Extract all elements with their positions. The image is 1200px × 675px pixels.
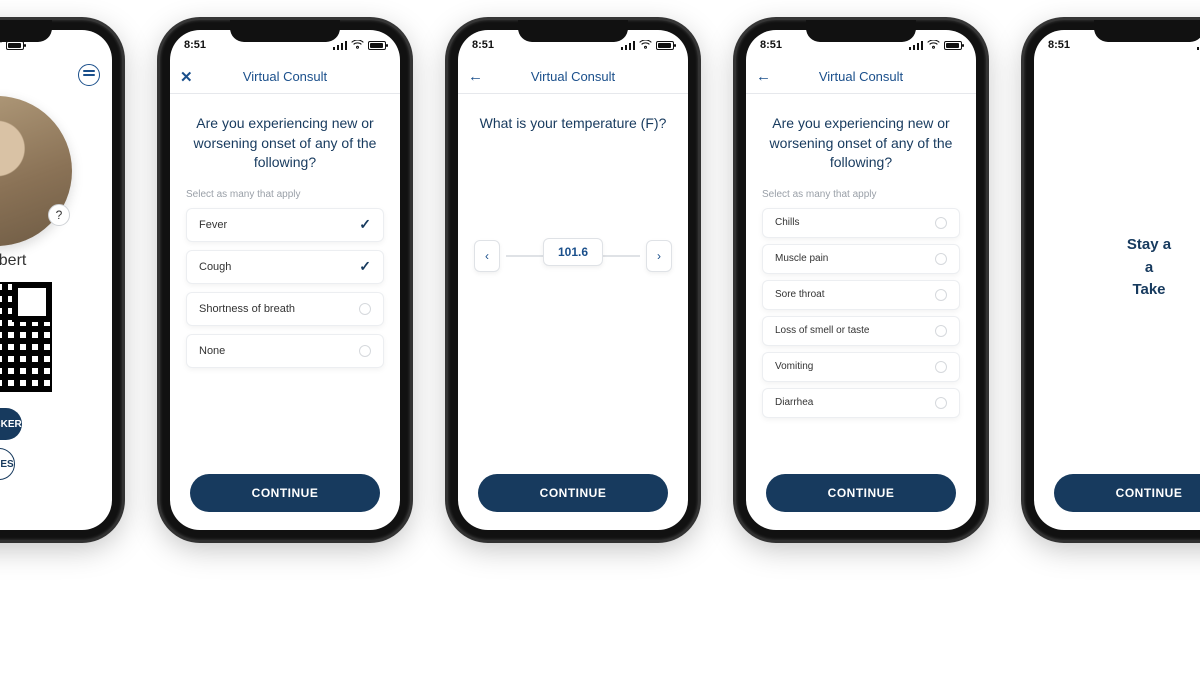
- wifi-icon: [351, 40, 364, 50]
- notch: [518, 20, 628, 42]
- continue-button[interactable]: CONTINUE: [766, 474, 956, 512]
- continue-button[interactable]: CONTINUE: [1054, 474, 1200, 512]
- phone-advice: 8:51 Stay a a Take CONTINUE: [1024, 20, 1200, 540]
- phone-row: ctWell ? Lambert CHECKER JRCES 8:51: [0, 20, 1200, 540]
- qr-code: [0, 282, 52, 392]
- hint-text: Select as many that apply: [186, 189, 384, 200]
- header-title: Virtual Consult: [819, 69, 903, 84]
- notch: [0, 20, 52, 42]
- stepper-increment[interactable]: ›: [646, 240, 672, 272]
- phone-symptoms-2: 8:51 ← Virtual Consult Are you experienc…: [736, 20, 986, 540]
- checkmark-icon: ✓: [359, 216, 371, 233]
- wifi-icon: [927, 40, 940, 50]
- radio-indicator: [935, 397, 947, 409]
- signal-icon: [333, 41, 347, 50]
- radio-indicator: [359, 303, 371, 315]
- help-button[interactable]: ?: [48, 204, 70, 226]
- back-icon[interactable]: ←: [756, 68, 771, 85]
- battery-icon: [944, 41, 962, 50]
- back-icon[interactable]: ←: [468, 68, 483, 85]
- phone-symptoms-1: 8:51 ✕ Virtual Consult Are you experienc…: [160, 20, 410, 540]
- checkmark-icon: ✓: [359, 258, 371, 275]
- stepper-value: 101.6: [543, 238, 603, 266]
- continue-button[interactable]: CONTINUE: [478, 474, 668, 512]
- symptom-checker-button[interactable]: CHECKER: [0, 408, 22, 440]
- option-label: Muscle pain: [775, 253, 828, 264]
- status-time: 8:51: [472, 39, 494, 51]
- symptom-option[interactable]: Muscle pain: [762, 244, 960, 274]
- radio-indicator: [935, 253, 947, 265]
- chat-icon[interactable]: [78, 64, 100, 86]
- option-label: Diarrhea: [775, 397, 813, 408]
- radio-indicator: [935, 325, 947, 337]
- symptom-option[interactable]: Diarrhea: [762, 388, 960, 418]
- symptom-option[interactable]: Fever ✓: [186, 208, 384, 242]
- stepper-track[interactable]: 101.6: [506, 255, 640, 257]
- symptom-option[interactable]: Shortness of breath: [186, 292, 384, 326]
- symptom-option[interactable]: Chills: [762, 208, 960, 238]
- symptom-option[interactable]: None: [186, 334, 384, 368]
- temperature-stepper: ‹ 101.6 ›: [474, 240, 672, 272]
- symptom-option[interactable]: Cough ✓: [186, 250, 384, 284]
- wifi-icon: [639, 40, 652, 50]
- option-label: Cough: [199, 261, 231, 273]
- header-title: Virtual Consult: [243, 69, 327, 84]
- option-label: Loss of smell or taste: [775, 325, 869, 336]
- option-label: Sore throat: [775, 289, 824, 300]
- phone-profile: ctWell ? Lambert CHECKER JRCES: [0, 20, 122, 540]
- notch: [230, 20, 340, 42]
- close-icon[interactable]: ✕: [180, 68, 193, 86]
- option-label: Chills: [775, 217, 799, 228]
- notch: [806, 20, 916, 42]
- symptom-option[interactable]: Vomiting: [762, 352, 960, 382]
- advice-text: Stay a a Take: [1050, 74, 1200, 302]
- option-label: None: [199, 345, 225, 357]
- option-label: Vomiting: [775, 361, 813, 372]
- hint-text: Select as many that apply: [762, 189, 960, 200]
- symptom-option[interactable]: Sore throat: [762, 280, 960, 310]
- app-header: ← Virtual Consult: [458, 60, 688, 94]
- radio-indicator: [935, 361, 947, 373]
- notch: [1094, 20, 1200, 42]
- option-label: Shortness of breath: [199, 303, 295, 315]
- resources-button[interactable]: JRCES: [0, 448, 15, 480]
- battery-icon: [656, 41, 674, 50]
- radio-indicator: [359, 345, 371, 357]
- stepper-decrement[interactable]: ‹: [474, 240, 500, 272]
- option-label: Fever: [199, 219, 227, 231]
- phone-temperature: 8:51 ← Virtual Consult What is your temp…: [448, 20, 698, 540]
- app-header: ✕ Virtual Consult: [170, 60, 400, 94]
- status-time: 8:51: [184, 39, 206, 51]
- radio-indicator: [935, 217, 947, 229]
- radio-indicator: [935, 289, 947, 301]
- symptom-option[interactable]: Loss of smell or taste: [762, 316, 960, 346]
- user-name: Lambert: [0, 252, 26, 270]
- app-header: ← Virtual Consult: [746, 60, 976, 94]
- avatar: ?: [0, 96, 72, 246]
- signal-icon: [621, 41, 635, 50]
- header-title: Virtual Consult: [531, 69, 615, 84]
- continue-button[interactable]: CONTINUE: [190, 474, 380, 512]
- battery-icon: [368, 41, 386, 50]
- question-text: Are you experiencing new or worsening on…: [186, 108, 384, 189]
- status-time: 8:51: [1048, 39, 1070, 51]
- status-time: 8:51: [760, 39, 782, 51]
- question-text: Are you experiencing new or worsening on…: [762, 108, 960, 189]
- signal-icon: [909, 41, 923, 50]
- question-text: What is your temperature (F)?: [474, 108, 672, 150]
